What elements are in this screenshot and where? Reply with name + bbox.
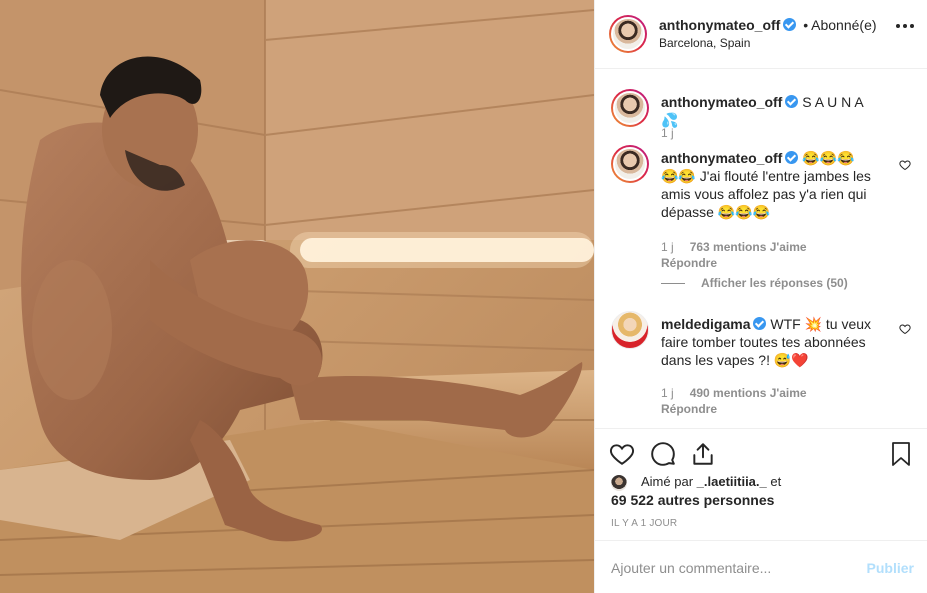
comment-likes-count[interactable]: 490 mentions J'aime (690, 386, 807, 400)
caption-avatar[interactable] (611, 89, 649, 127)
comment-meta: 1 j 490 mentions J'aime (661, 386, 807, 400)
comment-username[interactable]: anthonymateo_off (661, 150, 782, 166)
comment-likes-count[interactable]: 763 mentions J'aime (690, 240, 807, 254)
likes-others-count[interactable]: 69 522 autres personnes (611, 491, 774, 509)
post-photo[interactable] (0, 0, 594, 593)
comment-time[interactable]: 1 j (661, 240, 674, 254)
header-title-line: anthonymateo_off • Abonné(e) (659, 17, 877, 33)
reply-button[interactable]: Répondre (661, 256, 717, 270)
post-side-panel: anthonymateo_off • Abonné(e) Barcelona, S… (594, 0, 927, 593)
liked-by-conjunction: et (770, 474, 782, 489)
heart-icon[interactable] (609, 441, 635, 467)
comment-icon[interactable] (650, 441, 676, 467)
author-avatar[interactable] (609, 15, 647, 53)
verified-badge-icon (785, 151, 799, 164)
verified-badge-icon (783, 18, 797, 31)
comment-text-block: meldedigama WTF 💥 tu veux faire tomber t… (661, 315, 875, 369)
post-comment-button[interactable]: Publier (867, 560, 914, 576)
post-timestamp[interactable]: IL Y A 1 JOUR (611, 518, 677, 529)
add-comment-bar: Ajouter un commentaire... Publier (595, 540, 927, 593)
share-icon[interactable] (690, 441, 716, 467)
view-replies-line (661, 282, 685, 284)
liked-by-user[interactable]: _.laetiitiia._ (697, 474, 767, 489)
post-modal: anthonymateo_off • Abonné(e) Barcelona, S… (0, 0, 927, 593)
comment-avatar[interactable] (611, 145, 649, 183)
liked-by-prefix: Aimé par (641, 474, 694, 489)
sauna-photo-illustration (0, 0, 594, 593)
comment-username[interactable]: meldedigama (661, 316, 750, 332)
caption-time[interactable]: 1 j (661, 126, 674, 140)
view-replies-label: Afficher les réponses (50) (701, 276, 848, 290)
comment-like-heart-icon[interactable] (899, 323, 911, 335)
author-username[interactable]: anthonymateo_off (659, 17, 780, 33)
comment-like-heart-icon[interactable] (899, 159, 911, 171)
comment-avatar[interactable] (611, 311, 649, 349)
view-replies-button[interactable]: Afficher les réponses (50) (661, 276, 848, 290)
comment-input[interactable]: Ajouter un commentaire... (611, 560, 841, 576)
liked-by-line: Aimé par _.laetiitiia._ et (641, 473, 781, 491)
post-header: anthonymateo_off • Abonné(e) Barcelona, S… (595, 0, 927, 69)
verified-badge-icon (753, 317, 767, 330)
post-actions: Aimé par _.laetiitiia._ et 69 522 autres… (595, 428, 927, 540)
caption-text-block: anthonymateo_off S A U N A 💦 (661, 93, 875, 129)
more-dots-icon[interactable] (896, 24, 914, 28)
comment-time[interactable]: 1 j (661, 386, 674, 400)
follow-status-button[interactable]: Abonné(e) (811, 17, 876, 33)
comment-text-block: anthonymateo_off 😂😂😂 😂😂 J'ai flouté l'en… (661, 149, 875, 221)
verified-badge-icon (785, 95, 799, 108)
post-location[interactable]: Barcelona, Spain (659, 36, 750, 50)
bookmark-icon[interactable] (889, 441, 913, 467)
liker-avatar[interactable] (611, 475, 627, 491)
comment-meta: 1 j 763 mentions J'aime (661, 240, 807, 254)
header-separator: • (803, 17, 809, 33)
caption-username[interactable]: anthonymateo_off (661, 94, 782, 110)
reply-button[interactable]: Répondre (661, 402, 717, 416)
